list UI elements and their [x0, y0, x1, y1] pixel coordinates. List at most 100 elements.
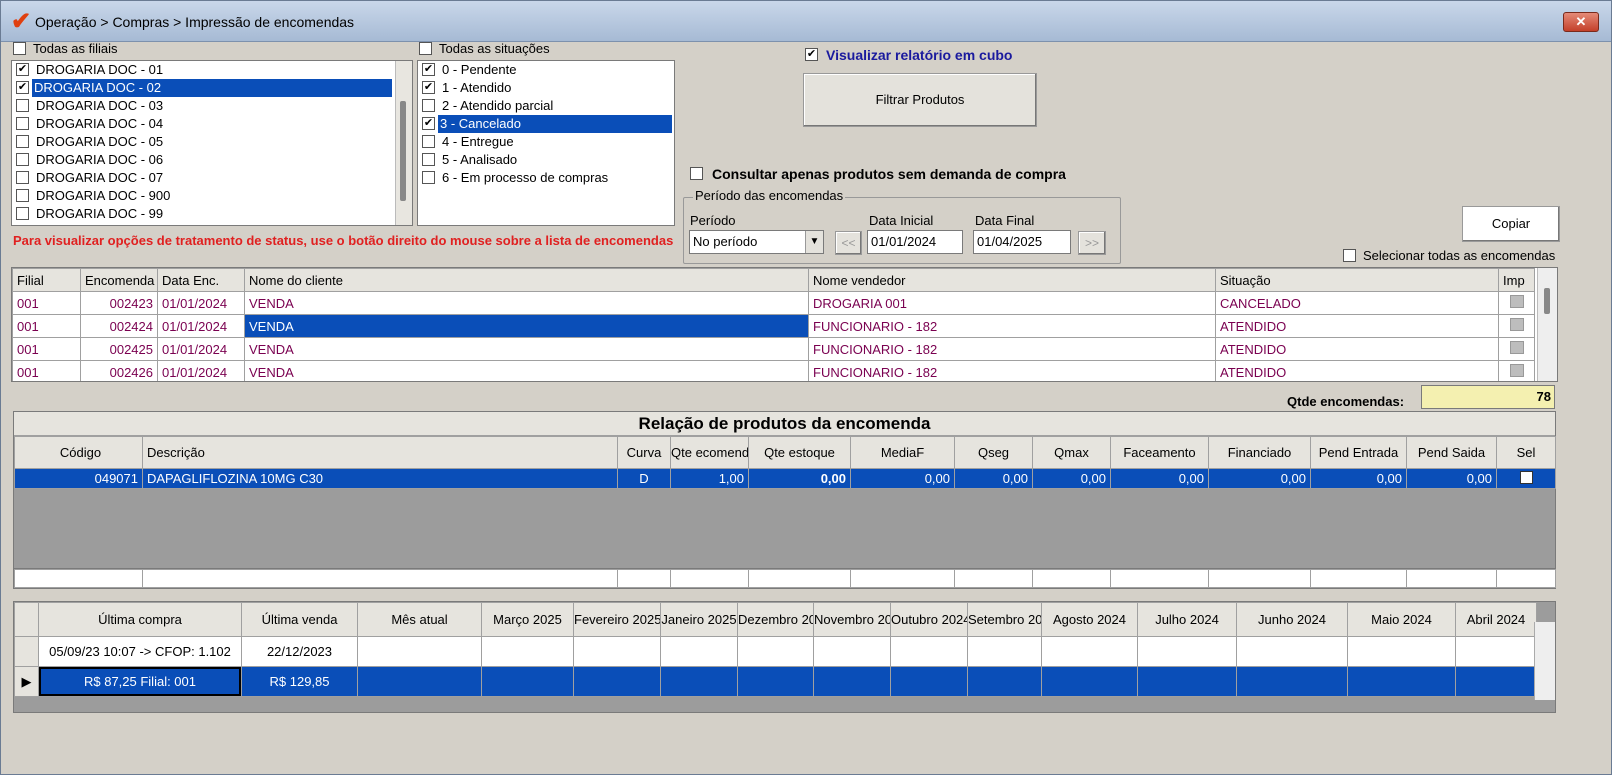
historico-cell	[1041, 666, 1138, 697]
status-warning: Para visualizar opções de tratamento de …	[13, 233, 674, 248]
all-filiais-checkbox[interactable]	[13, 42, 26, 55]
orders-scrollbar[interactable]	[1537, 268, 1557, 381]
historico-cell	[1236, 666, 1348, 697]
filial-checkbox[interactable]	[16, 135, 29, 148]
orders-column-header[interactable]: Nome vendedor	[808, 268, 1216, 292]
situacao-checkbox[interactable]: ✔	[422, 117, 435, 130]
select-all-checkbox[interactable]	[1343, 249, 1356, 262]
order-row[interactable]: 001 002423 01/01/2024 VENDA DROGARIA 001 CANC…	[12, 291, 1535, 315]
order-row[interactable]: 001 002426 01/01/2024 VENDA FUNCIONARIO - 18…	[12, 360, 1535, 381]
periodo-prev-button[interactable]: <<	[835, 231, 862, 255]
produto-column-header[interactable]: Financiado	[1208, 436, 1311, 469]
historico-column-header: Maio 2024	[1347, 602, 1456, 637]
filiais-list[interactable]: ✔ DROGARIA DOC - 01 ✔ DROGARIA DOC - 02 DROG…	[11, 60, 413, 226]
filiais-scrollbar[interactable]	[395, 61, 412, 225]
filial-item[interactable]: DROGARIA DOC - 900	[14, 187, 392, 205]
produto-column-header[interactable]: Pend Saida	[1406, 436, 1497, 469]
produto-column-header[interactable]: Qte ecomenda	[670, 436, 749, 469]
produto-cell: 0,00	[748, 468, 851, 489]
order-cell: ATENDIDO	[1215, 337, 1499, 361]
orders-column-header[interactable]: Situação	[1215, 268, 1499, 292]
situacoes-list[interactable]: ✔ 0 - Pendente ✔ 1 - Atendido 2 - Atendido p…	[417, 60, 675, 226]
orders-column-header[interactable]: Imp	[1498, 268, 1535, 292]
order-row[interactable]: 001 002424 01/01/2024 VENDA FUNCIONARIO - 18…	[12, 314, 1535, 338]
filial-item[interactable]: DROGARIA DOC - 04	[14, 115, 392, 133]
produtos-title: Relação de produtos da encomenda	[14, 412, 1555, 436]
produto-column-header[interactable]: Sel	[1496, 436, 1556, 469]
filial-checkbox[interactable]: ✔	[16, 63, 29, 76]
filial-checkbox[interactable]	[16, 99, 29, 112]
produtos-table[interactable]: Código Descrição Curva Qte ecomenda Qte esto…	[14, 436, 1556, 489]
situacao-checkbox[interactable]: ✔	[422, 81, 435, 94]
produto-column-header[interactable]: Qte estoque	[748, 436, 851, 469]
periodo-next-button[interactable]: >>	[1078, 231, 1106, 255]
orders-grid[interactable]: Filial Encomenda Data Enc. Nome do cliente N…	[11, 267, 1558, 382]
produto-column-header[interactable]: Descrição	[142, 436, 618, 469]
orders-column-header[interactable]: Filial	[12, 268, 81, 292]
situacao-checkbox[interactable]: ✔	[422, 63, 435, 76]
situacao-item[interactable]: 6 - Em processo de compras	[420, 169, 672, 187]
produto-column-header[interactable]: MediaF	[850, 436, 955, 469]
filial-item[interactable]: DROGARIA DOC - 05	[14, 133, 392, 151]
situacao-item[interactable]: 4 - Entregue	[420, 133, 672, 151]
filial-item[interactable]: DROGARIA DOC - 03	[14, 97, 392, 115]
situacao-checkbox[interactable]	[422, 153, 435, 166]
cubo-checkbox[interactable]: ✔	[805, 48, 818, 61]
filial-checkbox[interactable]: ✔	[16, 81, 29, 94]
situacao-checkbox[interactable]	[422, 171, 435, 184]
orders-column-header[interactable]: Nome do cliente	[244, 268, 809, 292]
all-situacoes-checkbox[interactable]	[419, 42, 432, 55]
situacao-item[interactable]: 2 - Atendido parcial	[420, 97, 672, 115]
situacao-checkbox[interactable]	[422, 99, 435, 112]
periodo-select[interactable]: No período ▼	[689, 230, 824, 254]
imp-checkbox[interactable]	[1509, 295, 1524, 308]
data-inicial-field[interactable]: 01/01/2024	[867, 230, 963, 254]
situacao-label: 0 - Pendente	[442, 62, 517, 77]
produto-column-header[interactable]: Curva	[617, 436, 671, 469]
orders-column-header[interactable]: Encomenda	[80, 268, 158, 292]
situacao-item[interactable]: ✔ 1 - Atendido	[420, 79, 672, 97]
filial-item[interactable]: DROGARIA DOC - 07	[14, 169, 392, 187]
imp-checkbox[interactable]	[1509, 318, 1524, 331]
produto-sel-checkbox[interactable]	[1519, 470, 1533, 484]
data-final-field[interactable]: 01/04/2025	[973, 230, 1071, 254]
historico-column-header: Última compra	[38, 602, 242, 637]
historico-scrollbar[interactable]	[1534, 622, 1555, 700]
produto-column-header[interactable]: Qseg	[954, 436, 1033, 469]
historico-cell	[967, 666, 1042, 697]
filial-label: DROGARIA DOC - 02	[32, 79, 392, 97]
order-row[interactable]: 001 002425 01/01/2024 VENDA FUNCIONARIO - 18…	[12, 337, 1535, 361]
orders-column-header[interactable]: Data Enc.	[157, 268, 245, 292]
sem-demanda-checkbox[interactable]	[690, 167, 703, 180]
chevron-down-icon[interactable]: ▼	[805, 231, 823, 253]
filial-item[interactable]: DROGARIA DOC - 06	[14, 151, 392, 169]
copiar-button[interactable]: Copiar	[1462, 206, 1560, 242]
produto-column-header[interactable]: Faceamento	[1110, 436, 1209, 469]
situacao-item[interactable]: 5 - Analisado	[420, 151, 672, 169]
situacao-checkbox[interactable]	[422, 135, 435, 148]
filtrar-produtos-button[interactable]: Filtrar Produtos	[803, 73, 1037, 127]
order-imp-cell	[1498, 337, 1535, 361]
order-cell: 001	[12, 337, 81, 361]
filial-checkbox[interactable]	[16, 189, 29, 202]
filial-checkbox[interactable]	[16, 207, 29, 220]
all-filiais-label: Todas as filiais	[33, 41, 118, 56]
situacao-item[interactable]: ✔ 0 - Pendente	[420, 61, 672, 79]
filial-item[interactable]: ✔ DROGARIA DOC - 01	[14, 61, 392, 79]
historico-column-header: Março 2025	[481, 602, 574, 637]
filial-item[interactable]: DROGARIA DOC - 99	[14, 205, 392, 223]
produto-column-header[interactable]: Pend Entrada	[1310, 436, 1407, 469]
situacao-item[interactable]: ✔ 3 - Cancelado	[420, 115, 672, 133]
historico-cell	[573, 636, 661, 667]
filial-checkbox[interactable]	[16, 117, 29, 130]
filial-checkbox[interactable]	[16, 171, 29, 184]
filial-item[interactable]: ✔ DROGARIA DOC - 02	[14, 79, 392, 97]
produto-column-header[interactable]: Qmax	[1032, 436, 1111, 469]
close-button[interactable]: ✕	[1563, 12, 1599, 32]
imp-checkbox[interactable]	[1509, 364, 1524, 377]
order-cell: 002423	[80, 291, 158, 315]
historico-cell	[890, 636, 968, 667]
imp-checkbox[interactable]	[1509, 341, 1524, 354]
filial-checkbox[interactable]	[16, 153, 29, 166]
produto-column-header[interactable]: Código	[14, 436, 143, 469]
